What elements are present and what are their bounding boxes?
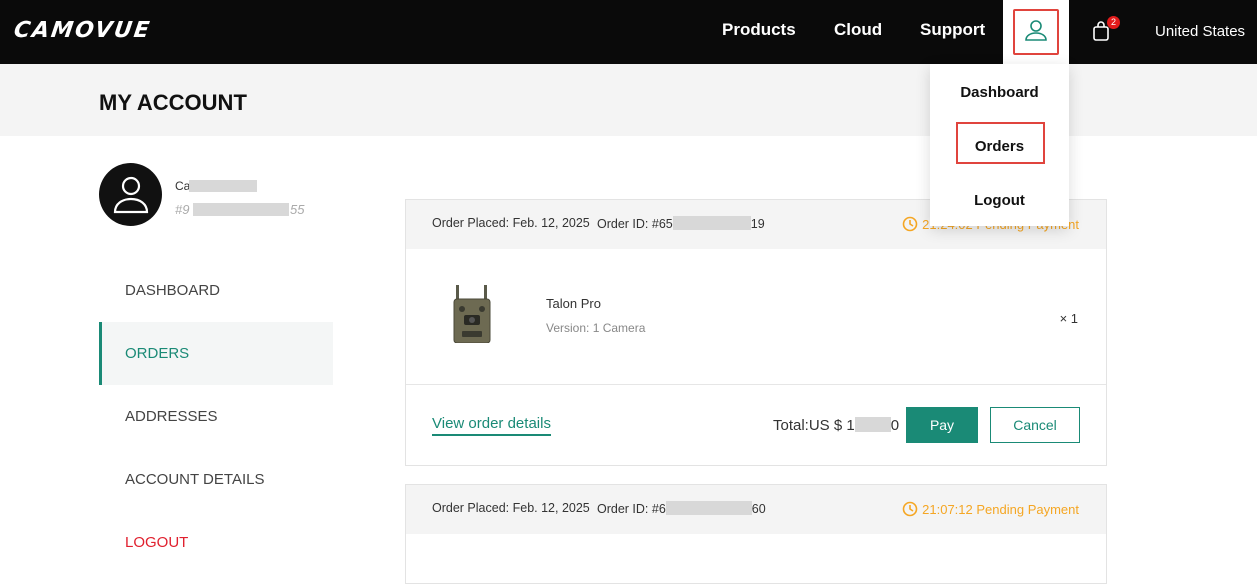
sidebar-item-account-details[interactable]: ACCOUNT DETAILS	[99, 448, 333, 511]
cart-count-badge: 2	[1107, 16, 1120, 29]
redacted-name	[189, 180, 257, 192]
top-nav-bar: CAMOVUE Products Cloud Support 2 United …	[0, 0, 1257, 64]
order-status: 21:07:12 Pending Payment	[902, 501, 1079, 517]
account-button[interactable]	[1003, 0, 1069, 64]
product-quantity: × 1	[1059, 311, 1078, 326]
sidebar-item-dashboard[interactable]: DASHBOARD	[99, 259, 333, 322]
order-status-label: Pending Payment	[976, 502, 1079, 517]
user-id-suffix: 55	[290, 202, 305, 217]
divider	[406, 384, 1106, 385]
nav-cloud[interactable]: Cloud	[834, 20, 882, 40]
redacted-order-id	[665, 501, 752, 515]
redacted-order-id	[672, 216, 751, 230]
menu-item-orders[interactable]: Orders	[930, 138, 1069, 155]
sidebar-item-orders[interactable]: ORDERS	[99, 322, 333, 385]
order-card: Order Placed: Feb. 12, 2025 Order ID: #6…	[405, 484, 1107, 584]
product-name[interactable]: Talon Pro	[546, 296, 601, 311]
clock-icon	[902, 501, 918, 517]
product-version: Version: 1 Camera	[546, 321, 646, 335]
sidebar-item-logout[interactable]: LOGOUT	[99, 511, 333, 574]
page-title: MY ACCOUNT	[99, 90, 247, 115]
camovue-logo[interactable]: CAMOVUE	[12, 18, 152, 43]
region-selector[interactable]: United States	[1155, 23, 1245, 40]
order-id: Order ID: #65 19	[597, 216, 765, 231]
talon-pro-camera-image[interactable]	[450, 285, 494, 343]
menu-item-logout[interactable]: Logout	[930, 192, 1069, 209]
order-placed: Order Placed: Feb. 12, 2025	[432, 501, 590, 515]
order-card: Order Placed: Feb. 12, 2025 Order ID: #6…	[405, 199, 1107, 466]
order-total: Total:US $ 10	[773, 417, 900, 434]
redacted-total	[854, 417, 891, 432]
order-card-header: Order Placed: Feb. 12, 2025 Order ID: #6…	[406, 485, 1106, 534]
redacted-user-id	[193, 203, 289, 216]
account-dropdown-menu: Dashboard Orders Logout	[930, 64, 1069, 226]
order-timer: 21:07:12	[922, 502, 973, 517]
user-id: #9	[175, 202, 190, 217]
menu-item-dashboard[interactable]: Dashboard	[930, 84, 1069, 101]
avatar-user-icon	[113, 176, 149, 214]
avatar	[99, 163, 162, 226]
view-order-details-link[interactable]: View order details	[432, 415, 551, 436]
sidebar-item-addresses[interactable]: ADDRESSES	[99, 385, 333, 448]
cancel-button[interactable]: Cancel	[990, 407, 1080, 443]
clock-icon	[902, 216, 918, 232]
user-icon	[1025, 20, 1047, 41]
pay-button[interactable]: Pay	[906, 407, 978, 443]
order-id: Order ID: #6 60	[597, 501, 766, 516]
nav-support[interactable]: Support	[920, 20, 985, 40]
nav-products[interactable]: Products	[722, 20, 796, 40]
order-placed: Order Placed: Feb. 12, 2025	[432, 216, 590, 230]
